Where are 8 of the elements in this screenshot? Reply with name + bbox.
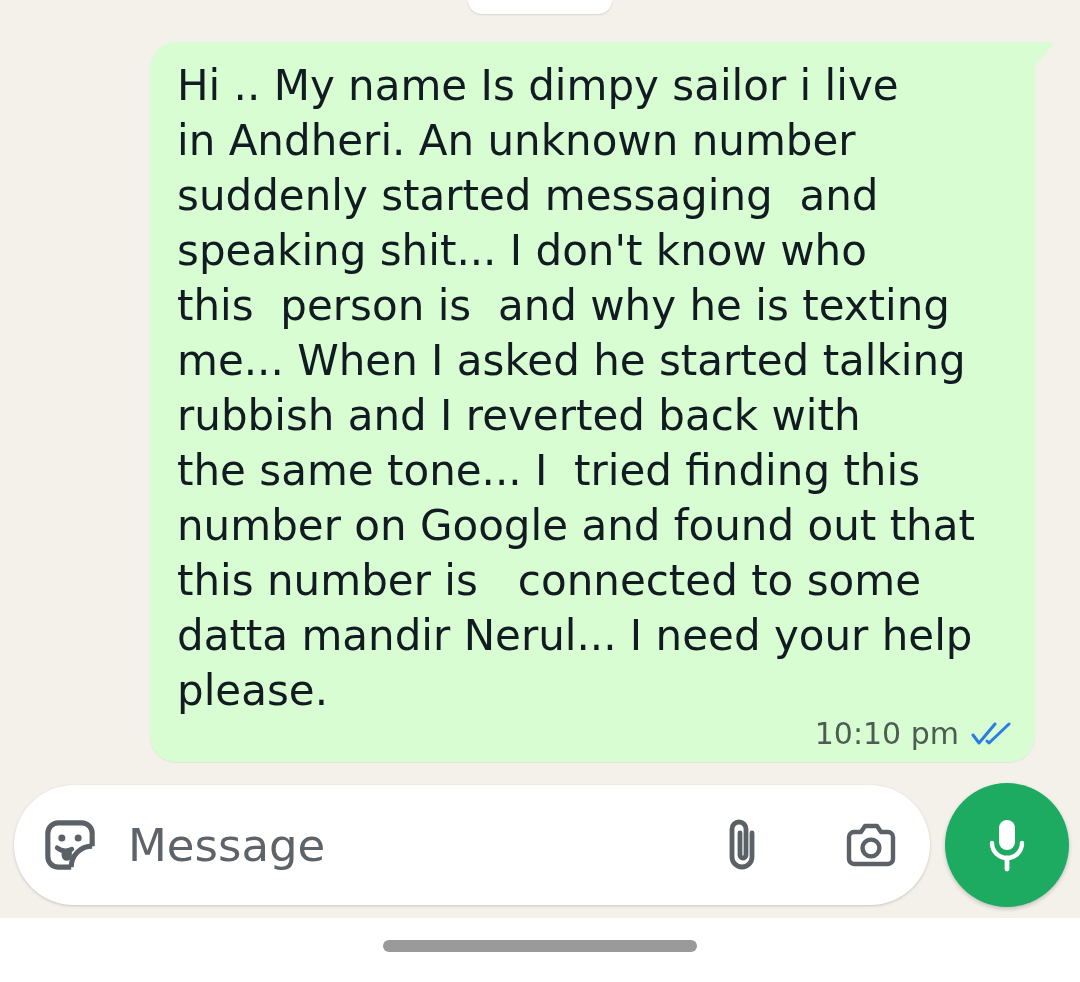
message-time: 10:10 pm	[814, 716, 959, 752]
sticker-icon[interactable]	[42, 817, 98, 873]
message-text: Hi .. My name Is dimpy sailor i live in Andheri. An unknown number suddenly started messaging and speaking shit... I don't know who this person is and why he is texting me... When I asked he started talking rubbish and I reverted back with the same tone... I tried finding this number on Google and found out that this number is connected to some datta mandir Nerul... I need your help please.	[177, 60, 975, 717]
message-input[interactable]: Message	[128, 815, 722, 875]
microphone-icon	[987, 818, 1027, 872]
camera-icon[interactable]	[845, 822, 897, 868]
gesture-handle[interactable]	[383, 940, 697, 952]
message-field[interactable]: Message	[14, 785, 930, 905]
